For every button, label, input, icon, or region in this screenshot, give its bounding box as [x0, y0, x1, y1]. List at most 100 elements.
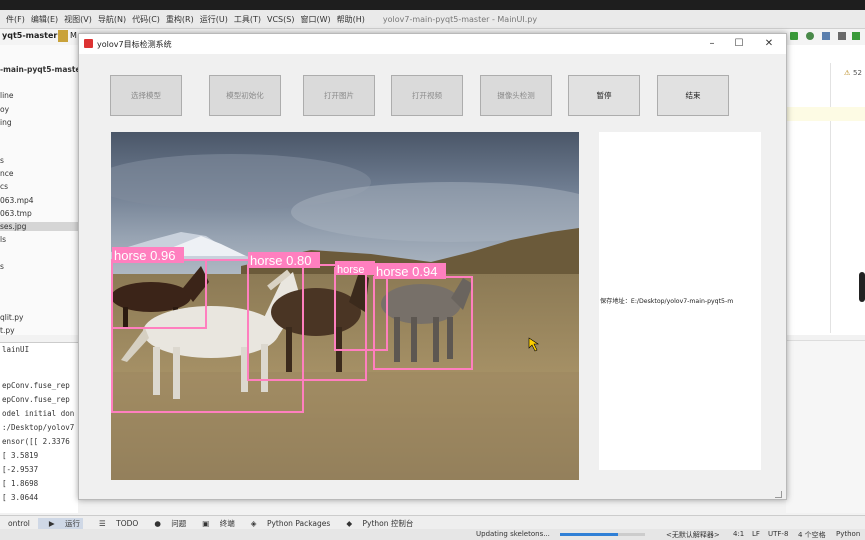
- console-line: [ 3.5819: [2, 451, 39, 460]
- project-root[interactable]: -main-pyqt5-maste: [0, 65, 81, 74]
- terminal-icon: ▣: [202, 518, 210, 528]
- camera-detect-button[interactable]: 摄像头检测: [480, 75, 552, 116]
- tab-terminal-label: 终端: [219, 518, 235, 528]
- tree-item[interactable]: 063.mp4: [0, 196, 34, 205]
- current-line-highlight: [786, 107, 865, 121]
- breadcrumb[interactable]: yqt5-master: [2, 31, 57, 40]
- detection-label-3: horse: [337, 264, 365, 276]
- coverage-icon[interactable]: [822, 32, 830, 40]
- tree-item[interactable]: nce: [0, 169, 14, 178]
- console-line: [-2.9537: [2, 465, 39, 474]
- ide-tool-panel: [786, 340, 865, 513]
- python-console-icon: ◆: [346, 518, 353, 528]
- problems-icon: ●: [154, 518, 161, 528]
- warning-icon[interactable]: ⚠: [844, 69, 850, 77]
- tree-item[interactable]: t.py: [0, 326, 15, 335]
- tree-item[interactable]: oy: [0, 105, 9, 114]
- tab-python-packages[interactable]: ◈ Python Packages: [243, 519, 331, 528]
- detection-label-2: horse 0.80: [250, 253, 311, 268]
- project-tree: -main-pyqt5-maste line oy ing s nce cs 0…: [0, 45, 81, 335]
- resize-grip[interactable]: [775, 491, 782, 498]
- menu-view[interactable]: 视图(V): [64, 14, 92, 25]
- folder-icon: [58, 30, 68, 42]
- detection-label-4: horse 0.94: [376, 264, 437, 279]
- menu-refactor[interactable]: 重构(R): [166, 14, 194, 25]
- console-line: :/Desktop/yolov7: [2, 423, 75, 432]
- menu-tools[interactable]: 工具(T): [234, 14, 261, 25]
- model-init-button[interactable]: 模型初始化: [209, 75, 281, 116]
- debug-icon[interactable]: [806, 32, 814, 40]
- status-bar: Updating skeletons... <无默认解释器> 4:1 LF UT…: [0, 529, 865, 540]
- warning-count: 52: [853, 69, 862, 77]
- menu-code[interactable]: 代码(C): [132, 14, 160, 25]
- status-language[interactable]: Python: [836, 530, 860, 538]
- tree-item[interactable]: 063.tmp: [0, 209, 32, 218]
- editor-area: ⚠ 52: [786, 45, 865, 335]
- run-icon[interactable]: [790, 32, 798, 40]
- tab-python-console-label: Python 控制台: [362, 518, 414, 528]
- tab-python-packages-label: Python Packages: [266, 518, 331, 528]
- status-task: Updating skeletons...: [476, 530, 550, 538]
- tab-run[interactable]: ▶ 运行: [37, 517, 84, 529]
- app-titlebar[interactable]: yolov7目标检测系统 – ☐ ✕: [79, 34, 786, 54]
- save-path-text: 保存地址：E:/Desktop/yolov7-main-pyqt5-m: [600, 298, 734, 305]
- todo-icon: ☰: [99, 518, 106, 528]
- menu-file[interactable]: 件(F): [6, 14, 25, 25]
- console-line: ensor([[ 2.3376: [2, 437, 70, 446]
- tree-item-selected[interactable]: ses.jpg: [0, 222, 78, 231]
- menu-window[interactable]: 窗口(W): [300, 14, 330, 25]
- vcs-icon[interactable]: [852, 32, 860, 40]
- tree-item[interactable]: s: [0, 262, 4, 271]
- right-margin-guide: [830, 63, 831, 333]
- task-progress-fill: [560, 533, 618, 536]
- status-interpreter[interactable]: <无默认解释器>: [666, 530, 720, 540]
- tree-item[interactable]: ing: [0, 118, 12, 127]
- tree-item[interactable]: line: [0, 91, 14, 100]
- app-window: yolov7目标检测系统 – ☐ ✕ 选择模型 模型初始化 打开图片 打开视频 …: [78, 33, 787, 500]
- select-model-button[interactable]: 选择模型: [110, 75, 182, 116]
- tab-todo[interactable]: ☰ TODO: [91, 519, 138, 528]
- tree-item[interactable]: qlit.py: [0, 313, 23, 322]
- menu-navigate[interactable]: 导航(N): [98, 14, 126, 25]
- detection-label-1: horse 0.96: [114, 248, 175, 263]
- app-icon: [84, 39, 93, 48]
- tab-control[interactable]: ontrol: [8, 519, 30, 528]
- run-tab-icon: ▶: [48, 518, 55, 528]
- tab-problems-label: 问题: [171, 518, 187, 528]
- app-title: yolov7目标检测系统: [97, 40, 172, 49]
- menu-help[interactable]: 帮助(H): [337, 14, 365, 25]
- tab-todo-label: TODO: [116, 518, 139, 528]
- maximize-button[interactable]: ☐: [728, 36, 750, 52]
- scrollbar-thumb[interactable]: [859, 272, 865, 302]
- status-line-separator[interactable]: LF: [752, 530, 760, 538]
- tab-terminal[interactable]: ▣ 终端: [194, 518, 234, 529]
- tree-item[interactable]: cs: [0, 182, 8, 191]
- grass-foreground: [111, 372, 579, 480]
- tree-item[interactable]: s: [0, 156, 4, 165]
- minimize-button[interactable]: –: [701, 36, 723, 52]
- status-encoding[interactable]: UTF-8: [768, 530, 788, 538]
- menu-run[interactable]: 运行(U): [200, 14, 228, 25]
- status-indent[interactable]: 4 个空格: [798, 530, 826, 540]
- status-position[interactable]: 4:1: [733, 530, 744, 538]
- console-line: epConv.fuse_rep: [2, 381, 70, 390]
- menu-vcs[interactable]: VCS(S): [267, 15, 294, 24]
- menu-edit[interactable]: 编辑(E): [31, 14, 58, 25]
- tab-problems[interactable]: ● 问题: [146, 518, 186, 529]
- ide-window-title: yolov7-main-pyqt5-master - MainUI.py: [382, 14, 538, 24]
- close-button[interactable]: ✕: [758, 36, 780, 52]
- tab-python-console[interactable]: ◆ Python 控制台: [338, 518, 413, 529]
- run-tab-label[interactable]: lainUI: [2, 345, 29, 354]
- pause-button[interactable]: 暂停: [568, 75, 640, 116]
- ide-menubar: 件(F) 编辑(E) 视图(V) 导航(N) 代码(C) 重构(R) 运行(U)…: [0, 10, 865, 29]
- run-console: lainUI epConv.fuse_rep epConv.fuse_rep o…: [0, 342, 78, 513]
- tree-item[interactable]: ls: [0, 235, 6, 244]
- editor-tab[interactable]: M: [70, 31, 77, 40]
- task-progress-bar: [560, 533, 645, 536]
- profile-icon[interactable]: [838, 32, 846, 40]
- stop-button[interactable]: 结束: [657, 75, 729, 116]
- ide-top-strip: [0, 0, 865, 10]
- open-video-button[interactable]: 打开视频: [391, 75, 463, 116]
- open-image-button[interactable]: 打开图片: [303, 75, 375, 116]
- tab-run-label: 运行: [65, 518, 81, 528]
